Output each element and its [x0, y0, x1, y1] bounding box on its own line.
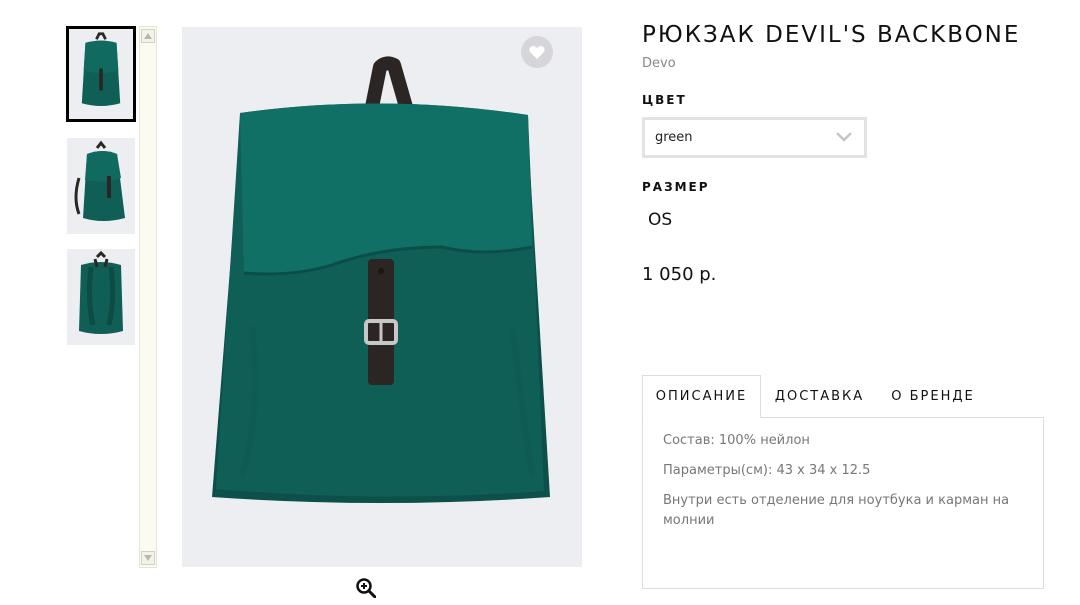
tab-delivery[interactable]: ДОСТАВКА	[761, 375, 878, 418]
tab-panel-description: Состав: 100% нейлон Параметры(см): 43 x …	[642, 417, 1044, 589]
color-select[interactable]: green	[642, 117, 867, 158]
arrow-down-icon	[144, 555, 152, 561]
backpack-front-image	[69, 30, 133, 118]
backpack-side-image	[67, 138, 135, 234]
chevron-down-icon	[836, 132, 852, 142]
thumbnail-scrollbar[interactable]	[139, 26, 157, 568]
thumbnail-front[interactable]	[66, 26, 136, 122]
scroll-down-button[interactable]	[141, 551, 155, 565]
size-label: РАЗМЕР	[642, 180, 710, 194]
size-option[interactable]: OS	[648, 210, 672, 230]
description-dimensions: Параметры(см): 43 x 34 x 12.5	[663, 463, 871, 478]
wishlist-button[interactable]	[521, 36, 553, 68]
scroll-up-button[interactable]	[141, 29, 155, 43]
description-features: Внутри есть отделение для ноутбука и кар…	[663, 493, 1010, 528]
main-product-image[interactable]	[182, 27, 582, 567]
product-tabs: ОПИСАНИЕ ДОСТАВКА О БРЕНДЕ Состав: 100% …	[642, 375, 1044, 589]
thumbnail-back[interactable]	[67, 249, 135, 345]
backpack-back-image	[67, 249, 135, 345]
description-composition: Состав: 100% нейлон	[663, 433, 810, 448]
product-title: РЮКЗАК DEVIL'S BACKBONE	[642, 22, 1021, 48]
backpack-main-image	[182, 27, 582, 567]
color-select-value: green	[655, 130, 693, 145]
tab-description[interactable]: ОПИСАНИЕ	[642, 375, 761, 418]
product-price: 1 050 р.	[642, 264, 717, 285]
arrow-up-icon	[144, 33, 152, 39]
zoom-in-icon[interactable]	[356, 578, 376, 598]
tab-brand[interactable]: О БРЕНДЕ	[878, 375, 988, 418]
thumbnail-side[interactable]	[67, 138, 135, 234]
heart-icon	[529, 45, 545, 59]
product-brand[interactable]: Devo	[642, 56, 676, 71]
color-label: ЦВЕТ	[642, 93, 687, 107]
